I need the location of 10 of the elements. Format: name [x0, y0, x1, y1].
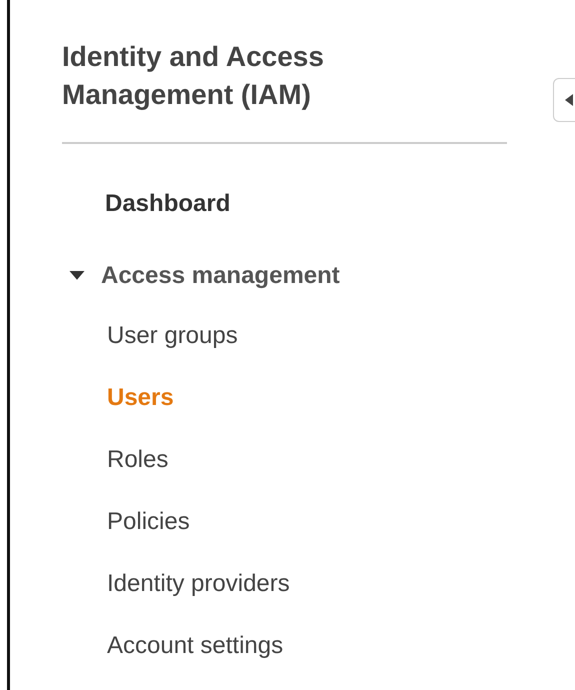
nav-link[interactable]: User groups: [107, 322, 238, 350]
caret-icon: [565, 94, 573, 106]
nav-link[interactable]: Identity providers: [107, 570, 290, 598]
nav-link[interactable]: Dashboard: [105, 190, 230, 218]
nav-link[interactable]: Policies: [107, 508, 190, 536]
sidebar-title: Identity and Access Management (IAM): [62, 40, 325, 112]
caret-icon: [69, 271, 85, 281]
nav-link[interactable]: Account settings: [107, 632, 284, 660]
section-toggle[interactable]: Access management: [69, 262, 340, 290]
nav-link[interactable]: Roles: [107, 446, 168, 474]
